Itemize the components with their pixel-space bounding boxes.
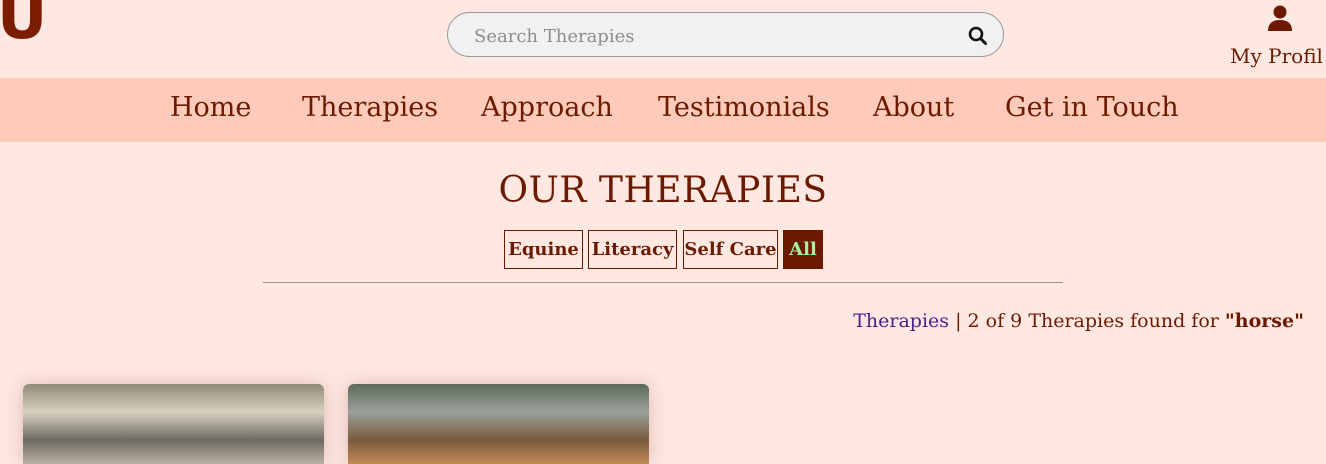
nav-about[interactable]: About	[873, 92, 954, 123]
section-divider	[263, 282, 1063, 283]
my-profile-link[interactable]: My Profil	[1228, 4, 1326, 68]
results-summary: Therapies | 2 of 9 Therapies found for "…	[853, 310, 1304, 332]
logo[interactable]: U	[0, 0, 47, 48]
filter-all[interactable]: All	[783, 230, 823, 269]
search-query: "horse"	[1224, 310, 1304, 332]
nav-therapies[interactable]: Therapies	[302, 92, 438, 123]
page-title: OUR THERAPIES	[498, 170, 828, 211]
user-icon	[1268, 5, 1292, 31]
filter-equine[interactable]: Equine	[504, 230, 583, 269]
search-icon	[968, 26, 987, 45]
therapy-card[interactable]	[23, 384, 324, 464]
nav-testimonials[interactable]: Testimonials	[658, 92, 830, 123]
main-nav: Home Therapies Approach Testimonials Abo…	[0, 78, 1326, 142]
filter-self-care[interactable]: Self Care	[683, 230, 778, 269]
therapy-card[interactable]	[348, 384, 649, 464]
results-separator: |	[955, 310, 962, 332]
therapy-card-image	[23, 384, 324, 464]
my-profile-label: My Profil	[1230, 44, 1323, 68]
therapy-card-image	[348, 384, 649, 464]
nav-get-in-touch[interactable]: Get in Touch	[1005, 92, 1179, 123]
nav-approach[interactable]: Approach	[481, 92, 613, 123]
therapies-link[interactable]: Therapies	[853, 310, 949, 332]
nav-home[interactable]: Home	[170, 92, 251, 123]
search-input[interactable]	[472, 22, 956, 50]
filter-literacy[interactable]: Literacy	[588, 230, 677, 269]
top-bar: U My Profil	[0, 0, 1326, 78]
search-bar	[447, 12, 1004, 57]
search-button[interactable]	[967, 25, 989, 47]
results-count: 2 of 9 Therapies found for	[967, 310, 1219, 332]
